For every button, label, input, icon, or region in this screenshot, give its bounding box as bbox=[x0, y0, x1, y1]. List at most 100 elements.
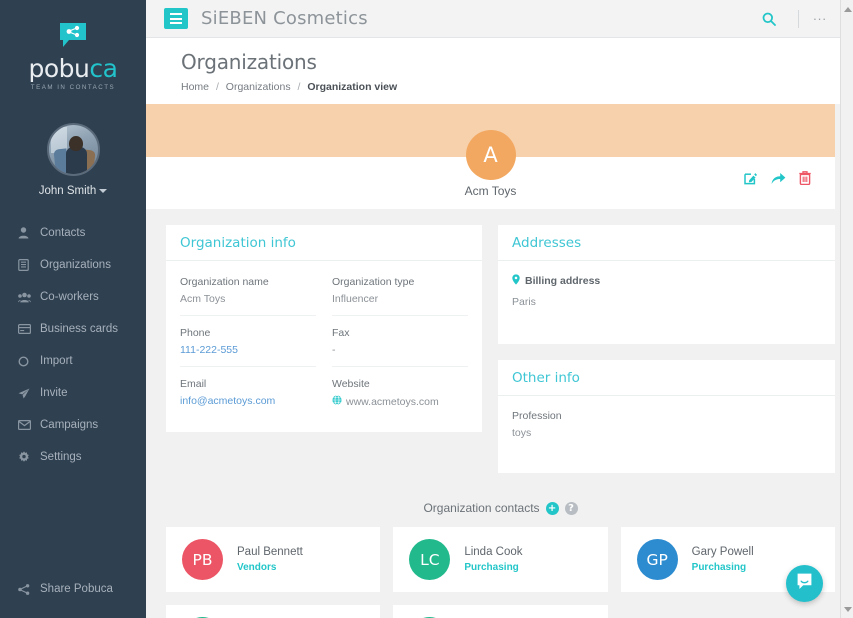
field-value-wrap: www.acmetoys.com bbox=[332, 395, 468, 408]
main-area: SiEBEN Cosmetics ... Organizations Home … bbox=[146, 0, 853, 618]
share-arrow-icon[interactable] bbox=[771, 172, 786, 185]
share-pobuca-label: Share Pobuca bbox=[40, 583, 113, 595]
sidebar-item-business-cards[interactable]: Business cards bbox=[0, 313, 146, 345]
users-icon bbox=[18, 292, 37, 303]
sidebar-item-label: Co-workers bbox=[40, 291, 99, 303]
field-phone: Phone 111-222-555 bbox=[180, 316, 316, 367]
field-label: Email bbox=[180, 378, 207, 390]
field-label: Organization type bbox=[332, 276, 415, 288]
organization-contacts-header: Organization contacts + ? bbox=[166, 489, 835, 527]
question-circle-icon[interactable]: ? bbox=[564, 501, 578, 515]
contact-text: Gary Powell Purchasing bbox=[692, 546, 754, 573]
contact-name: Gary Powell bbox=[691, 546, 754, 558]
panel-title: Addresses bbox=[498, 225, 835, 261]
profession-value: toys bbox=[512, 427, 532, 439]
search-icon[interactable] bbox=[754, 7, 784, 31]
plus-circle-icon[interactable]: + bbox=[545, 501, 559, 515]
scroll-down-arrow-icon[interactable] bbox=[841, 602, 853, 616]
profile-name-dropdown[interactable]: John Smith bbox=[39, 185, 108, 197]
logo-word-accent: ca bbox=[89, 53, 118, 83]
contact-avatar: GP bbox=[636, 539, 678, 580]
sidebar-nav: Contacts Organizations Co-workers Busine… bbox=[0, 217, 146, 572]
field-label: Phone bbox=[180, 327, 211, 339]
panel-title: Organization info bbox=[166, 225, 482, 261]
delete-trash-icon[interactable] bbox=[799, 171, 811, 185]
sidebar-item-label: Contacts bbox=[40, 227, 86, 239]
field-website: Website www.acmetoys.com bbox=[332, 367, 468, 418]
contact-card[interactable]: AS Anna Smith Marketing bbox=[393, 605, 608, 618]
contact-card[interactable]: GS Gary Specter Human Resources bbox=[166, 605, 381, 618]
sidebar-item-contacts[interactable]: Contacts bbox=[0, 217, 146, 249]
intercom-chat-button[interactable] bbox=[786, 565, 823, 602]
profile-name-label: John Smith bbox=[38, 185, 97, 197]
pobuca-logo-icon bbox=[56, 21, 90, 51]
organization-header-card: A Acm Toys bbox=[146, 130, 835, 209]
sidebar: pobuca TEAM IN CONTACTS John Smith Conta… bbox=[0, 0, 146, 618]
sidebar-item-label: Organizations bbox=[40, 259, 111, 271]
paper-plane-icon bbox=[18, 388, 37, 399]
contact-card[interactable]: PB Paul Bennett Vendors bbox=[166, 527, 381, 592]
page-title: Organizations bbox=[181, 50, 317, 74]
contact-card[interactable]: LC Linda Cook Purchasing bbox=[393, 527, 608, 592]
breadcrumb-home[interactable]: Home bbox=[181, 81, 209, 93]
website-value[interactable]: www.acmetoys.com bbox=[346, 396, 439, 408]
field-value: - bbox=[332, 344, 336, 356]
field-row: Organization name Acm Toys Organization … bbox=[180, 265, 468, 316]
sidebar-item-label: Import bbox=[40, 355, 73, 367]
edit-icon[interactable] bbox=[744, 171, 758, 185]
brand-title: SiEBEN Cosmetics bbox=[201, 8, 368, 29]
panel-title: Other info bbox=[498, 360, 835, 396]
field-value: Influencer bbox=[332, 293, 379, 305]
building-icon bbox=[18, 259, 37, 271]
sidebar-item-campaigns[interactable]: Campaigns bbox=[0, 409, 146, 441]
content-area: Organization info Organization name Acm … bbox=[146, 209, 853, 618]
sidebar-item-settings[interactable]: Settings bbox=[0, 441, 146, 473]
billing-address-value: Paris bbox=[512, 296, 536, 308]
circle-icon bbox=[18, 355, 37, 367]
field-organization-type: Organization type Influencer bbox=[332, 265, 468, 316]
map-pin-icon bbox=[512, 274, 520, 288]
breadcrumb-organizations[interactable]: Organizations bbox=[226, 81, 291, 93]
field-value[interactable]: 111-222-555 bbox=[180, 344, 316, 356]
avatar bbox=[46, 123, 100, 176]
card-icon bbox=[18, 324, 37, 334]
sidebar-item-import[interactable]: Import bbox=[0, 345, 146, 377]
app-root: pobuca TEAM IN CONTACTS John Smith Conta… bbox=[0, 0, 853, 618]
field-row: Phone 111-222-555 Fax - bbox=[180, 316, 468, 367]
contacts-section-title: Organization contacts bbox=[423, 501, 540, 515]
contact-name: Paul Bennett bbox=[237, 546, 303, 558]
sidebar-item-co-workers[interactable]: Co-workers bbox=[0, 281, 146, 313]
billing-address-row: Billing address bbox=[512, 265, 821, 288]
contact-avatar: PB bbox=[182, 539, 223, 580]
organization-avatar: A bbox=[465, 130, 516, 180]
sidebar-profile[interactable]: John Smith bbox=[0, 105, 146, 209]
page-header: Organizations Home / Organizations / Org… bbox=[146, 38, 853, 104]
scroll-up-arrow-icon[interactable] bbox=[841, 2, 853, 16]
contacts-grid: PB Paul Bennett Vendors LC Linda Cook Pu… bbox=[166, 527, 835, 618]
vertical-scrollbar[interactable] bbox=[840, 0, 853, 618]
contact-avatar: LC bbox=[409, 539, 451, 580]
sidebar-item-organizations[interactable]: Organizations bbox=[0, 249, 146, 281]
share-pobuca-button[interactable]: Share Pobuca bbox=[0, 572, 146, 606]
left-column: Organization info Organization name Acm … bbox=[166, 225, 482, 448]
top-bar: SiEBEN Cosmetics ... bbox=[146, 0, 853, 38]
chat-bubble-icon bbox=[795, 572, 814, 596]
contact-role: Purchasing bbox=[464, 562, 519, 573]
other-info-panel: Other info Profession toys bbox=[498, 360, 835, 473]
field-label: Organization name bbox=[180, 276, 269, 288]
field-email: Email info@acmetoys.com bbox=[180, 367, 316, 418]
sidebar-item-invite[interactable]: Invite bbox=[0, 377, 146, 409]
more-options-icon[interactable]: ... bbox=[813, 8, 839, 29]
organization-actions bbox=[744, 171, 811, 185]
panels-row: Organization info Organization name Acm … bbox=[166, 225, 835, 489]
contact-text: Linda Cook Purchasing bbox=[464, 546, 522, 573]
share-icon bbox=[18, 583, 37, 595]
hamburger-icon[interactable] bbox=[164, 8, 188, 29]
addresses-panel: Addresses Billing address Paris bbox=[498, 225, 835, 344]
app-logo[interactable]: pobuca TEAM IN CONTACTS bbox=[0, 0, 146, 105]
field-value[interactable]: info@acmetoys.com bbox=[180, 395, 316, 407]
profession-label: Profession bbox=[512, 410, 562, 422]
field-label: Website bbox=[332, 378, 370, 390]
gear-icon bbox=[18, 451, 37, 463]
envelope-icon bbox=[18, 420, 37, 430]
